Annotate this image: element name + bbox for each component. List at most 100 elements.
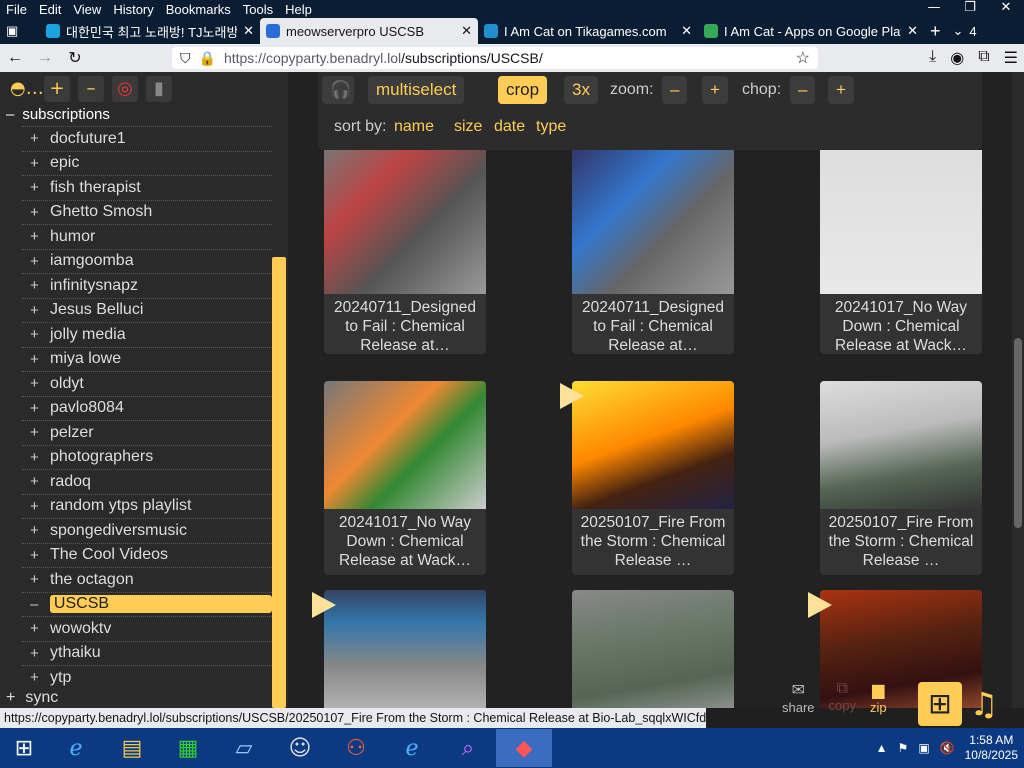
ie-icon[interactable]: ℯ xyxy=(48,729,104,767)
file-tile[interactable]: 20240711_Designed to Fail : Chemical Rel… xyxy=(572,150,734,354)
target-icon[interactable]: ◎ xyxy=(112,76,138,102)
expand-icon[interactable]: + xyxy=(30,253,40,270)
expand-icon[interactable]: + xyxy=(30,547,40,564)
expand-icon[interactable]: – xyxy=(30,596,40,613)
sort-size[interactable]: size xyxy=(454,118,482,136)
file-caption[interactable]: 20250107_Fire From the Storm : Chemical … xyxy=(576,513,730,571)
tree-item-jolly-media[interactable]: + jolly media xyxy=(22,322,272,347)
network-icon[interactable]: ▣ xyxy=(918,741,929,755)
tree-item-pelzer[interactable]: + pelzer xyxy=(22,420,272,445)
url-bar[interactable]: ⛉ 🔒 https://copyparty.benadryl.lol/subsc… xyxy=(172,47,818,69)
expand-icon[interactable]: + xyxy=(30,473,40,490)
video-thumbnail[interactable] xyxy=(820,381,982,509)
expand-icon[interactable]: + xyxy=(30,571,40,588)
expand-icon[interactable]: + xyxy=(30,179,40,196)
expand-icon[interactable]: + xyxy=(30,498,40,515)
tab-2[interactable]: I Am Cat on Tikagames.com ✕ xyxy=(478,18,698,44)
multiselect-button[interactable]: multiselect xyxy=(368,76,465,104)
restore-icon[interactable]: ❐ xyxy=(952,0,988,18)
tab-close-icon[interactable]: ✕ xyxy=(681,23,692,39)
sort-type[interactable]: type xyxy=(536,118,566,136)
play-icon[interactable] xyxy=(312,592,336,618)
headphones-icon[interactable]: 🎧 xyxy=(322,76,354,104)
tree-item-fish-therapist[interactable]: + fish therapist xyxy=(22,175,272,200)
back-icon[interactable]: ← xyxy=(0,49,30,67)
file-caption[interactable]: 20240711_Designed to Fail : Chemical Rel… xyxy=(328,298,482,356)
expand-icon[interactable]: + xyxy=(30,449,40,466)
store-icon[interactable]: ▦ xyxy=(160,729,216,767)
start-icon[interactable]: ⊞ xyxy=(0,729,48,767)
play-icon[interactable] xyxy=(808,592,832,618)
ie2-icon[interactable]: ℯ xyxy=(384,729,440,767)
tree-item-infinitysnapz[interactable]: + infinitysnapz xyxy=(22,273,272,298)
tab-3[interactable]: I Am Cat - Apps on Google Play ✕ xyxy=(698,18,924,44)
expand-icon[interactable]: + xyxy=(30,645,40,662)
expand-icon[interactable]: + xyxy=(30,155,40,172)
expand-icon[interactable]: + xyxy=(30,204,40,221)
video-thumbnail[interactable] xyxy=(324,381,486,509)
notebook-icon[interactable]: ▱ xyxy=(216,729,272,767)
expand-icon[interactable]: + xyxy=(30,669,40,686)
tree-item-uscsb[interactable]: – USCSB xyxy=(22,591,272,617)
zoom-out-button[interactable]: – xyxy=(662,76,688,104)
menu-tools[interactable]: Tools xyxy=(237,2,279,17)
music-icon[interactable]: ♫ xyxy=(964,684,1004,724)
menu-view[interactable]: View xyxy=(67,2,107,17)
expand-icon[interactable]: + xyxy=(30,228,40,245)
tree-item-ghetto-smosh[interactable]: + Ghetto Smosh xyxy=(22,199,272,225)
grid-scrollbar[interactable] xyxy=(1012,72,1024,708)
tree-item-photographers[interactable]: + photographers xyxy=(22,444,272,470)
expand-icon[interactable]: + xyxy=(30,620,40,637)
file-tile[interactable]: 20250107_Fire From the Storm : Chemical … xyxy=(820,381,982,575)
menu-help[interactable]: Help xyxy=(279,2,318,17)
tree-item-pavlo8084[interactable]: + pavlo8084 xyxy=(22,395,272,421)
menu-edit[interactable]: Edit xyxy=(33,2,67,17)
file-tile[interactable]: 20240711_Designed to Fail : Chemical Rel… xyxy=(324,150,486,354)
tree-item-docfuture1[interactable]: + docfuture1 xyxy=(22,126,272,151)
file-tile[interactable]: 20250225_No Detection : Explosion at Wat… xyxy=(572,590,734,708)
tree-item-iamgoomba[interactable]: + iamgoomba xyxy=(22,248,272,274)
volume-icon[interactable]: 🔇 xyxy=(940,741,955,755)
chop-plus-button[interactable]: + xyxy=(828,76,854,104)
video-thumbnail[interactable] xyxy=(324,150,486,294)
star-icon[interactable]: ☆ xyxy=(796,48,810,68)
menu-file[interactable]: File xyxy=(0,2,33,17)
expand-button[interactable]: + xyxy=(44,76,70,102)
account-icon[interactable]: ◉ xyxy=(950,48,964,68)
video-thumbnail[interactable] xyxy=(572,381,734,509)
expand-icon[interactable]: + xyxy=(30,277,40,294)
collapse-button[interactable]: – xyxy=(78,76,104,102)
tree-item-oldyt[interactable]: + oldyt xyxy=(22,371,272,396)
video-thumbnail[interactable] xyxy=(572,590,734,708)
video-thumbnail[interactable] xyxy=(572,150,734,294)
panel-icon[interactable]: ▮ xyxy=(146,76,172,102)
expand-icon[interactable]: + xyxy=(30,522,40,539)
tree-item-miya-lowe[interactable]: + miya lowe xyxy=(22,346,272,372)
crop-button[interactable]: crop xyxy=(498,76,548,104)
sort-name[interactable]: name xyxy=(394,118,434,136)
file-caption[interactable]: 20240711_Designed to Fail : Chemical Rel… xyxy=(576,298,730,356)
tray-arrow-icon[interactable]: ▲ xyxy=(876,741,888,755)
tree-item-ythaiku[interactable]: + ythaiku xyxy=(22,640,272,666)
minimize-icon[interactable]: — xyxy=(916,0,952,18)
close-icon[interactable]: ✕ xyxy=(988,0,1024,18)
tree-item-humor[interactable]: + humor xyxy=(22,224,272,249)
tab-1[interactable]: meowserverpro USCSB ✕ xyxy=(260,18,478,44)
menu-bookmarks[interactable]: Bookmarks xyxy=(160,2,237,17)
firefox-icon[interactable]: ◆ xyxy=(496,729,552,767)
tree-item-radoq[interactable]: + radoq xyxy=(22,469,272,494)
expand-icon[interactable]: + xyxy=(30,302,40,319)
3x-button[interactable]: 3x xyxy=(564,76,598,104)
flag-icon[interactable]: ⚑ xyxy=(898,741,909,755)
tree-item-ytp[interactable]: + ytp xyxy=(22,665,272,690)
file-tile[interactable]: 20250225_No Detection : Explosion at Wat… xyxy=(324,590,486,708)
tab-close-icon[interactable]: ✕ xyxy=(907,23,918,39)
forward-icon[interactable]: → xyxy=(30,49,60,67)
expand-icon[interactable]: + xyxy=(30,326,40,343)
expand-icon[interactable]: + xyxy=(30,375,40,392)
tree-item-spongediversmusic[interactable]: + spongediversmusic xyxy=(22,518,272,543)
reload-icon[interactable]: ↻ xyxy=(60,48,90,68)
expand-icon[interactable]: + xyxy=(30,351,40,368)
tree-item-the-octagon[interactable]: + the octagon xyxy=(22,567,272,592)
grid-view-icon[interactable]: ⊞ xyxy=(918,682,962,726)
